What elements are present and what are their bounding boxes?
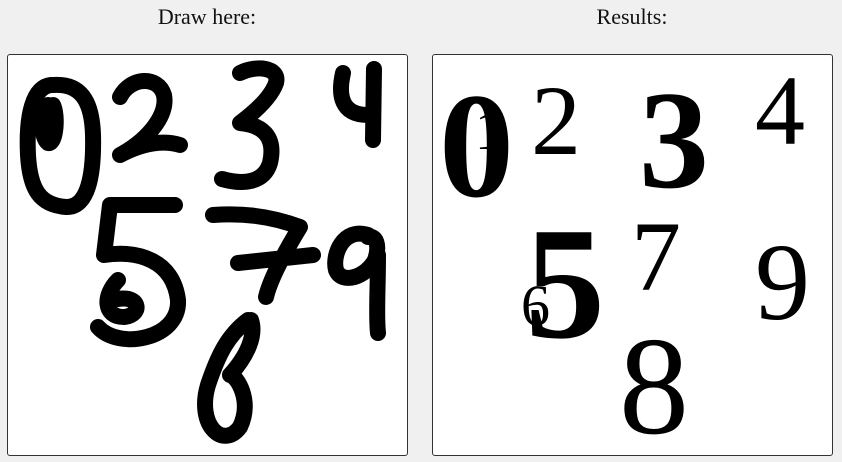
- stroke-digit-6: [99, 272, 145, 325]
- handwriting-strokes: [19, 60, 386, 444]
- stroke-digit-9: [327, 225, 386, 341]
- stroke-digit-8: [197, 312, 261, 444]
- draw-header: Draw here:: [157, 4, 257, 29]
- result-digit-1: 1: [475, 100, 503, 162]
- stroke-digit-4: [333, 61, 382, 148]
- results-canvas: 0 1 2 3 4 5 6 7 8 9: [432, 54, 833, 456]
- results-header: Results:: [596, 4, 668, 29]
- result-digit-6: 6: [521, 273, 550, 338]
- result-digit-9: 9: [755, 221, 810, 343]
- result-digit-2: 2: [531, 65, 581, 176]
- drawing-canvas[interactable]: [7, 54, 408, 456]
- result-digit-4: 4: [755, 55, 805, 166]
- result-digit-3: 3: [639, 63, 709, 218]
- result-digit-7: 7: [631, 201, 681, 312]
- stroke-digit-3: [214, 60, 285, 190]
- result-digit-8: 8: [619, 309, 689, 456]
- stroke-digit-2: [112, 73, 188, 163]
- stroke-digit-7: [205, 206, 321, 305]
- stroke-digit-1: [34, 97, 64, 151]
